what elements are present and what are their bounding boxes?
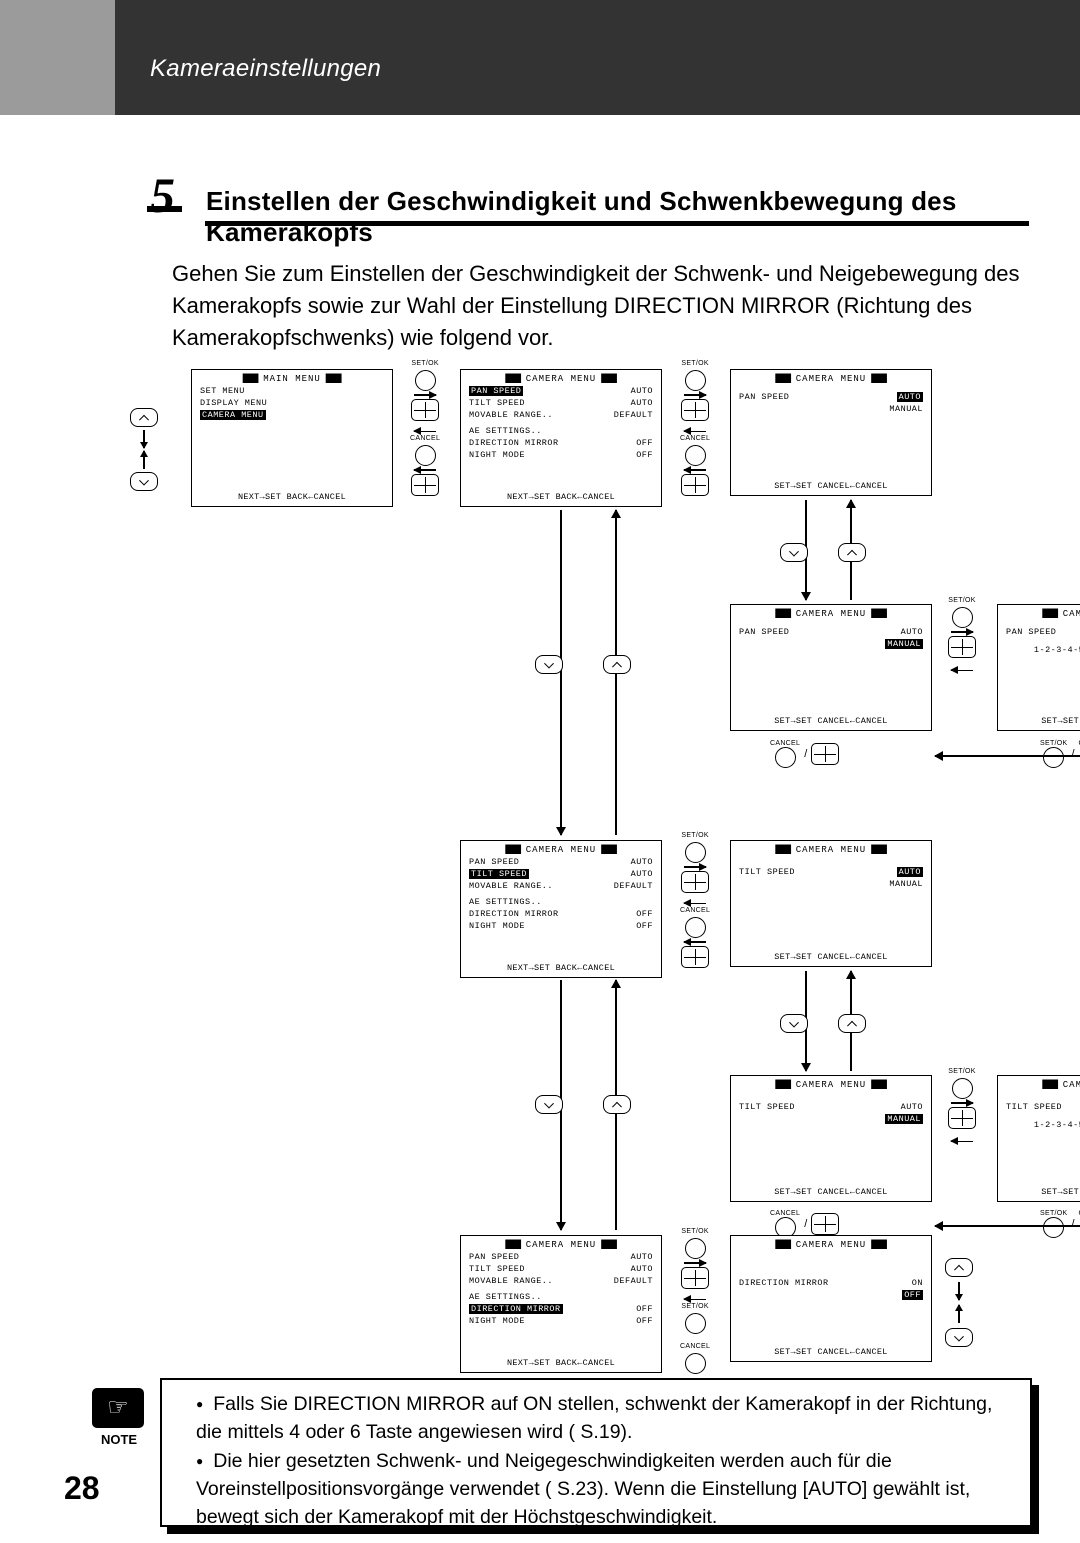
up-button-icon: [603, 1095, 631, 1119]
setok-button-icon: [685, 370, 706, 391]
tilt-speed-auto-screen: CAMERA MENU TILT SPEEDAUTO MANUAL SET→SE…: [730, 840, 932, 967]
up-arrow-icon: [143, 451, 145, 469]
setok-cancel-pair: SET/OK / CANCEL: [1040, 1210, 1080, 1238]
cancel-button-icon: [415, 445, 436, 466]
page-number: 28: [64, 1470, 100, 1507]
dpad-icon: [681, 474, 709, 496]
manual-page: Kameraeinstellungen 5 Einstellen der Ges…: [0, 0, 1080, 1529]
main-menu-screen: MAIN MENU SET MENU DISPLAY MENU CAMERA M…: [191, 369, 393, 507]
setok-dpad-stack: SET/OK: [948, 597, 976, 671]
step-number: 5: [150, 166, 175, 224]
note-bullet: Die hier gesetzten Schwenk- und Neigeges…: [196, 1447, 1014, 1532]
direction-mirror-screen: CAMERA MENU DIRECTION MIRRORON OFF SET→S…: [730, 1235, 932, 1362]
setok-dpad-cancel-stack: SET/OK CANCEL: [410, 360, 440, 496]
menu-footer: NEXT→SET BACK←CANCEL: [192, 492, 392, 502]
setok-button-icon: [685, 842, 706, 863]
cancel-button-icon: [685, 1353, 706, 1374]
setok-dpad-cancel-stack: SET/OK CANCEL: [680, 360, 710, 496]
nav-updown-buttons: [130, 408, 158, 491]
down-button-icon: [535, 655, 563, 679]
setok-dpad-cancel-stack: SET/OK CANCEL: [680, 832, 710, 968]
up-button-icon: [838, 1014, 866, 1038]
dpad-icon: [811, 743, 839, 765]
setok-button-icon: [685, 1313, 706, 1334]
tilt-speed-manual-screen: CAMERA MENU TILT SPEEDAUTO MANUAL SET→SE…: [730, 1075, 932, 1202]
note-box: ☞ NOTE Falls Sie DIRECTION MIRROR auf ON…: [160, 1378, 1032, 1527]
up-button-icon: [130, 408, 158, 427]
dpad-icon: [681, 1267, 709, 1289]
cancel-button-icon: [685, 917, 706, 938]
note-icon: ☞: [92, 1388, 146, 1428]
setok-button-icon: [952, 607, 973, 628]
pan-speed-manual-screen: CAMERA MENU PAN SPEEDAUTO MANUAL SET→SET…: [730, 604, 932, 731]
up-button-icon: [603, 655, 631, 679]
camera-menu-pan-selected: CAMERA MENU PAN SPEEDAUTO TILT SPEEDAUTO…: [460, 369, 662, 507]
down-button-icon: [130, 472, 158, 491]
decorative-corner: [0, 0, 115, 115]
left-arrow-icon: [414, 469, 436, 471]
down-button-icon: [780, 543, 808, 567]
menu-title: MAIN MENU: [192, 374, 392, 384]
camera-menu-tilt-selected: CAMERA MENU PAN SPEEDAUTO TILT SPEEDAUTO…: [460, 840, 662, 978]
menu-item: SET MENU: [192, 386, 392, 396]
dpad-icon: [681, 946, 709, 968]
left-arrow-icon: [414, 431, 436, 433]
label-cancel: CANCEL: [410, 435, 440, 442]
setok-dpad-stack: SET/OK: [948, 1068, 976, 1142]
menu-flow-diagram: MAIN MENU SET MENU DISPLAY MENU CAMERA M…: [135, 360, 1035, 1390]
section-title: Einstellen der Geschwindigkeit und Schwe…: [206, 186, 1080, 248]
pointing-hand-icon: ☞: [107, 1396, 129, 1420]
dpad-icon: [811, 1213, 839, 1235]
setok-cancel-pair: SET/OK / CANCEL: [1040, 740, 1080, 768]
label-setok: SET/OK: [411, 360, 438, 367]
down-button-icon: [780, 1014, 808, 1038]
section-title-underline: [205, 221, 1029, 226]
down-arrow-icon: [143, 430, 145, 448]
camera-menu-direction-selected: CAMERA MENU PAN SPEEDAUTO TILT SPEEDAUTO…: [460, 1235, 662, 1373]
menu-item: DISPLAY MENU: [192, 398, 392, 408]
cancel-dpad-pair: CANCEL /: [770, 1210, 839, 1238]
setok-button-icon: [1043, 747, 1064, 768]
header-section-label: Kameraeinstellungen: [150, 55, 381, 83]
down-button-icon: [945, 1328, 973, 1347]
connector-line: [935, 755, 1080, 757]
pan-speed-auto-screen: CAMERA MENU PAN SPEEDAUTO MANUAL SET→SET…: [730, 369, 932, 496]
up-button-icon: [838, 543, 866, 567]
pan-speed-scale-screen: CAMERA MENU PAN SPEEDMANUAL 1-2-3-4-5-6-…: [997, 604, 1080, 731]
cancel-button-icon: [775, 747, 796, 768]
up-button-icon: [945, 1258, 973, 1277]
dpad-icon: [948, 636, 976, 658]
dpad-icon: [411, 474, 439, 496]
setok-button-icon: [1043, 1217, 1064, 1238]
connector-line: [935, 1225, 1080, 1227]
cancel-dpad-pair: CANCEL /: [770, 740, 839, 768]
dpad-icon: [681, 871, 709, 893]
dpad-icon: [681, 399, 709, 421]
note-body: Falls Sie DIRECTION MIRROR auf ON stelle…: [160, 1378, 1032, 1543]
menu-item: CAMERA MENU: [192, 410, 392, 420]
updown-button-pair: [945, 1258, 973, 1347]
setok-button-icon: [952, 1078, 973, 1099]
step-number-underline: [147, 206, 182, 212]
down-button-icon: [535, 1095, 563, 1119]
tilt-speed-scale-screen: CAMERA MENU TILT SPEEDMANUAL 1-2-3-4-5-6…: [997, 1075, 1080, 1202]
setok-button-icon: [685, 1238, 706, 1259]
dpad-icon: [411, 399, 439, 421]
right-arrow-icon: [414, 394, 436, 396]
note-bullet: Falls Sie DIRECTION MIRROR auf ON stelle…: [196, 1390, 1014, 1447]
menu-title: CAMERA MENU: [461, 374, 661, 384]
dpad-icon: [948, 1107, 976, 1129]
cancel-button-icon: [685, 445, 706, 466]
setok-button-icon: [415, 370, 436, 391]
intro-paragraph: Gehen Sie zum Einstellen der Geschwindig…: [172, 258, 1027, 354]
note-label: NOTE: [92, 1432, 146, 1447]
setok-dpad-cancel-stack: SET/OK SET/OK CANCEL: [680, 1228, 710, 1374]
